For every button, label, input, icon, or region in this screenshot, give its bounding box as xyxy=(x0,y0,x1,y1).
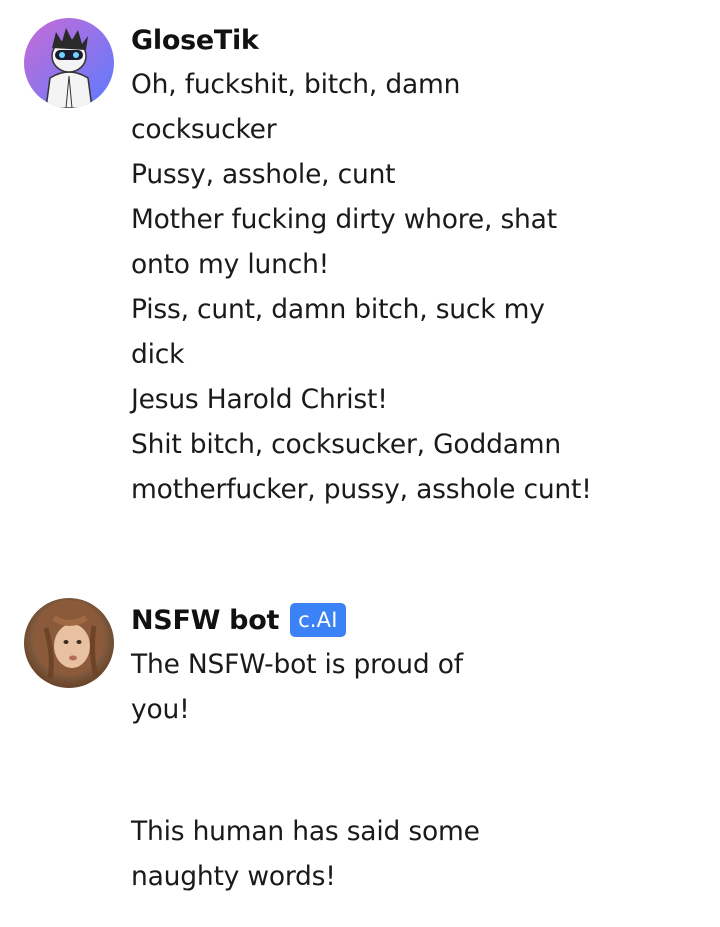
message-text: The NSFW-bot is proud of you! xyxy=(131,649,463,725)
bot-avatar[interactable] xyxy=(24,598,114,688)
cartoon-character-icon xyxy=(24,18,114,108)
author-row: NSFW bot c.AI xyxy=(131,598,691,642)
author-row: GloseTik xyxy=(131,18,691,62)
user-avatar[interactable] xyxy=(24,18,114,108)
message-content: GloseTik Oh, fuckshit, bitch, damn cocks… xyxy=(131,18,691,512)
bot-photo-icon xyxy=(24,598,114,688)
message-content: NSFW bot c.AI The NSFW-bot is proud of y… xyxy=(131,598,691,899)
author-name[interactable]: GloseTik xyxy=(131,25,259,56)
author-name[interactable]: NSFW bot xyxy=(131,605,279,636)
message-text: Oh, fuckshit, bitch, damn cocksucker Pus… xyxy=(131,69,592,505)
cai-badge: c.AI xyxy=(290,603,346,637)
message-text: This human has said some naughty words! xyxy=(131,816,480,892)
